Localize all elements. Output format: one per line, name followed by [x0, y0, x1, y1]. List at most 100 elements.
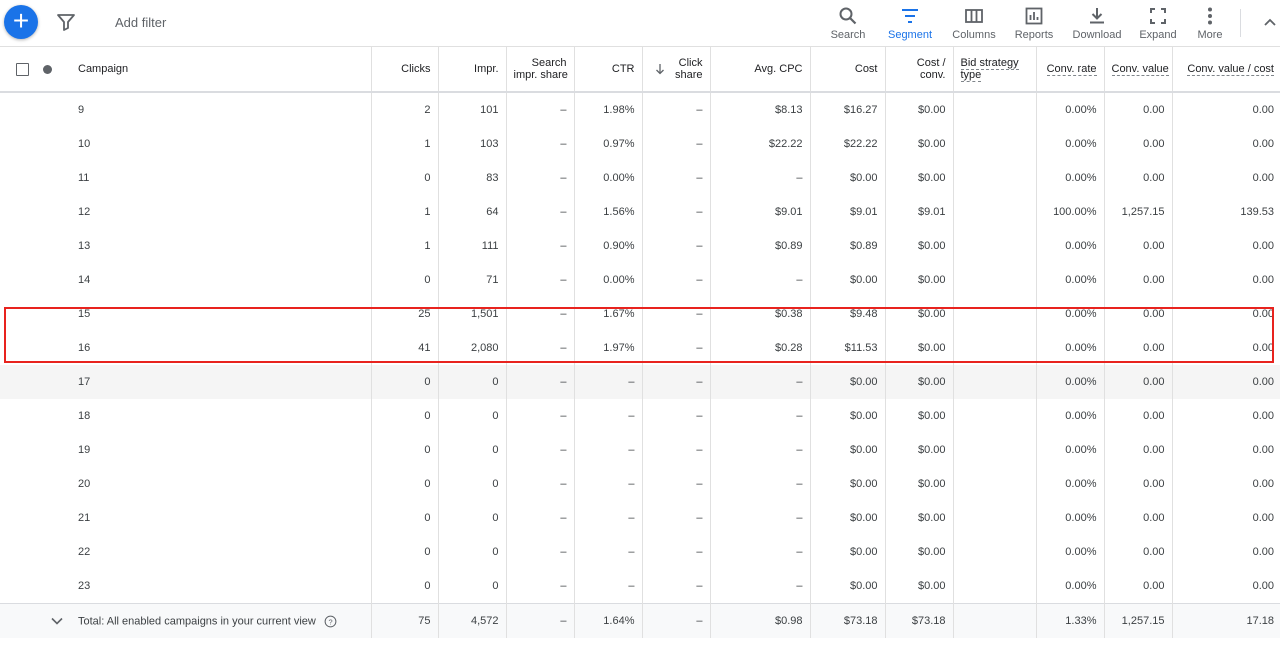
campaign-name[interactable]: 12 — [71, 195, 371, 229]
search-impr-share-cell: – — [505, 297, 574, 331]
avg-cpc-cell: $0.38 — [709, 297, 810, 331]
table-row[interactable]: 16 41 2,080–1.97% – $0.28 $11.53 $0.00 0.00% 0.0… — [0, 331, 1280, 365]
search-impr-share-cell: – — [505, 263, 574, 297]
row-select-cell — [0, 433, 38, 467]
segment-button[interactable]: Segment — [884, 4, 936, 41]
clicks-cell: 0 — [370, 501, 438, 535]
impr-cell: 83 — [437, 161, 506, 195]
bid-strategy-cell — [952, 433, 1036, 467]
table-row[interactable]: 9 2 101–1.98% – $8.13 $16.27 $0.00 0.00% 0.00 0.0… — [0, 92, 1280, 127]
search-impr-share-cell: – — [505, 365, 574, 399]
select-all-cell — [0, 46, 38, 93]
conv-value-cell: 0.00 — [1103, 365, 1172, 399]
campaign-name[interactable]: 17 — [71, 365, 371, 399]
row-select-cell — [0, 92, 38, 127]
header-cost[interactable]: Cost — [809, 46, 885, 93]
add-filter-button[interactable]: Add filter — [115, 15, 166, 30]
header-bid-strategy-type[interactable]: Bid strategy type — [952, 46, 1036, 93]
row-status-cell — [38, 297, 71, 331]
campaign-name[interactable]: 13 — [71, 229, 371, 263]
row-select-cell — [0, 399, 38, 433]
header-search-impr-share[interactable]: Search impr. share — [505, 46, 574, 93]
header-cost-per-conv[interactable]: Cost / conv. — [884, 46, 953, 93]
more-button[interactable]: More — [1192, 4, 1228, 41]
row-select-cell — [0, 467, 38, 501]
header-avg-cpc[interactable]: Avg. CPC — [709, 46, 810, 93]
table-row[interactable]: 17 0 0– – – – $0.00 $0.00 0.00% 0.00 0.00 — [0, 365, 1280, 399]
avg-cpc-cell: – — [709, 263, 810, 297]
row-status-cell — [38, 127, 71, 161]
clicks-cell: 25 — [370, 297, 438, 331]
conv-rate-cell: 0.00% — [1035, 229, 1104, 263]
expand-button[interactable]: Expand — [1136, 4, 1180, 41]
search-button-label: Search — [830, 29, 866, 41]
search-impr-share-cell: – — [505, 433, 574, 467]
campaign-name[interactable]: 18 — [71, 399, 371, 433]
campaign-name[interactable]: 11 — [71, 161, 371, 195]
campaign-name[interactable]: 19 — [71, 433, 371, 467]
header-conv-value-cost[interactable]: Conv. value / cost — [1171, 46, 1280, 93]
table-row[interactable]: 11 0 83–0.00% – – $0.00 $0.00 0.00% 0.00 0.00 — [0, 161, 1280, 195]
ctr-cell: 1.56% — [573, 195, 642, 229]
reports-button[interactable]: Reports — [1010, 4, 1058, 41]
table-row[interactable]: 12 1 64–1.56% – $9.01 $9.01 $9.01 100.00% 1,257.… — [0, 195, 1280, 229]
header-clicks[interactable]: Clicks — [370, 46, 438, 93]
conv-value-cost-cell: 0.00 — [1171, 127, 1280, 161]
header-click-share[interactable]: Click share — [641, 46, 710, 93]
header-ctr[interactable]: CTR — [573, 46, 642, 93]
campaign-name[interactable]: 20 — [71, 467, 371, 501]
table-row[interactable]: 19 0 0– – – – $0.00 $0.00 0.00% 0.00 0.00 — [0, 433, 1280, 467]
campaign-name[interactable]: 10 — [71, 127, 371, 161]
search-button[interactable]: Search — [826, 4, 870, 41]
header-conv-rate[interactable]: Conv. rate — [1035, 46, 1104, 93]
table-row[interactable]: 20 0 0– – – – $0.00 $0.00 0.00% 0.00 0.00 — [0, 467, 1280, 501]
campaign-name[interactable]: 14 — [71, 263, 371, 297]
impr-cell: 0 — [437, 399, 506, 433]
header-campaign[interactable]: Campaign — [71, 46, 371, 93]
search-impr-share-cell: – — [505, 161, 574, 195]
table-row[interactable]: 15 25 1,501–1.67% – $0.38 $9.48 $0.00 0.00% 0.00… — [0, 297, 1280, 331]
select-all-checkbox[interactable] — [16, 62, 29, 76]
table-row[interactable]: 21 0 0– – – – $0.00 $0.00 0.00% 0.00 0.00 — [0, 501, 1280, 535]
cost-per-conv-cell: $0.00 — [884, 365, 953, 399]
row-status-cell — [38, 535, 71, 569]
search-impr-share-cell: – — [505, 501, 574, 535]
ctr-cell: – — [573, 433, 642, 467]
campaign-name[interactable]: 9 — [71, 92, 371, 127]
table-row[interactable]: 23 0 0– – – – $0.00 $0.00 0.00% 0.00 0.00 — [0, 569, 1280, 604]
click-share-cell: – — [641, 433, 710, 467]
campaign-name[interactable]: 21 — [71, 501, 371, 535]
conv-value-cell: 0.00 — [1103, 127, 1172, 161]
table-row[interactable]: 18 0 0– – – – $0.00 $0.00 0.00% 0.00 0.00 — [0, 399, 1280, 433]
status-dot-icon[interactable] — [43, 64, 52, 74]
click-share-cell: – — [641, 229, 710, 263]
clicks-cell: 0 — [370, 365, 438, 399]
more-vert-icon — [1208, 7, 1212, 25]
campaign-name[interactable]: 23 — [71, 569, 371, 604]
campaign-name[interactable]: 22 — [71, 535, 371, 569]
header-impr[interactable]: Impr. — [437, 46, 506, 93]
impr-cell: 71 — [437, 263, 506, 297]
cost-per-conv-cell: $0.00 — [884, 535, 953, 569]
row-status-cell — [38, 501, 71, 535]
filter-icon[interactable] — [56, 12, 76, 32]
chevron-down-icon[interactable] — [50, 614, 64, 628]
total-row: Total: All enabled campaigns in your cur… — [0, 603, 1280, 638]
table-row[interactable]: 13 1 111–0.90% – $0.89 $0.89 $0.00 0.00% 0.00 0.0… — [0, 229, 1280, 263]
campaign-name[interactable]: 15 — [71, 297, 371, 331]
chevron-up-icon[interactable] — [1262, 14, 1278, 30]
help-icon[interactable]: ? — [324, 615, 337, 628]
campaign-name[interactable]: 16 — [71, 331, 371, 365]
conv-value-cell: 0.00 — [1103, 331, 1172, 365]
total-impr: 4,572 — [437, 603, 506, 638]
table-row[interactable]: 10 1 103–0.97% – $22.22 $22.22 $0.00 0.00% 0.00 0… — [0, 127, 1280, 161]
create-button[interactable]: + — [4, 5, 38, 39]
avg-cpc-cell: – — [709, 365, 810, 399]
table-row[interactable]: 22 0 0– – – – $0.00 $0.00 0.00% 0.00 0.00 — [0, 535, 1280, 569]
columns-button[interactable]: Columns — [948, 4, 1000, 41]
download-button[interactable]: Download — [1070, 4, 1124, 41]
header-conv-value[interactable]: Conv. value — [1103, 46, 1172, 93]
click-share-cell: – — [641, 127, 710, 161]
cost-per-conv-cell: $0.00 — [884, 569, 953, 604]
table-row[interactable]: 14 0 71–0.00% – – $0.00 $0.00 0.00% 0.00 0.00 — [0, 263, 1280, 297]
